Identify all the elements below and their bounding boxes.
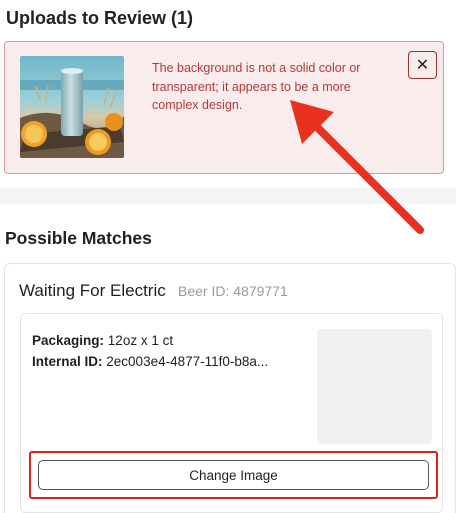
match-beer-name: Waiting For Electric — [19, 281, 166, 300]
internal-id-row: Internal ID: 2ec003e4-4877-11f0-b8a... — [32, 354, 268, 369]
matches-title: Possible Matches — [5, 228, 152, 248]
uploads-title: Uploads to Review (1) — [6, 8, 194, 28]
packaging-label: Packaging: — [32, 333, 105, 348]
upload-error-message: The background is not a solid color or t… — [152, 61, 361, 112]
match-card: Waiting For Electric Beer ID: 4879771 Pa… — [4, 263, 456, 513]
section-divider — [0, 188, 456, 204]
annotation-highlight-box: Change Image — [29, 451, 438, 499]
upload-error-card: The background is not a solid color or t… — [4, 41, 444, 174]
match-detail-card: Packaging: 12oz x 1 ct Internal ID: 2ec0… — [20, 313, 443, 513]
match-image-placeholder — [317, 329, 432, 444]
internal-id-value: 2ec003e4-4877-11f0-b8a... — [106, 354, 269, 369]
change-image-button[interactable]: Change Image — [38, 460, 429, 490]
dismiss-error-button[interactable]: ✕ — [408, 51, 437, 79]
internal-id-label: Internal ID: — [32, 354, 103, 369]
match-beer-id: Beer ID: 4879771 — [178, 283, 288, 299]
packaging-value: 12oz x 1 ct — [107, 333, 174, 348]
uploaded-image-thumbnail — [20, 56, 124, 158]
packaging-row: Packaging: 12oz x 1 ct — [32, 333, 173, 348]
close-icon: ✕ — [415, 57, 430, 74]
